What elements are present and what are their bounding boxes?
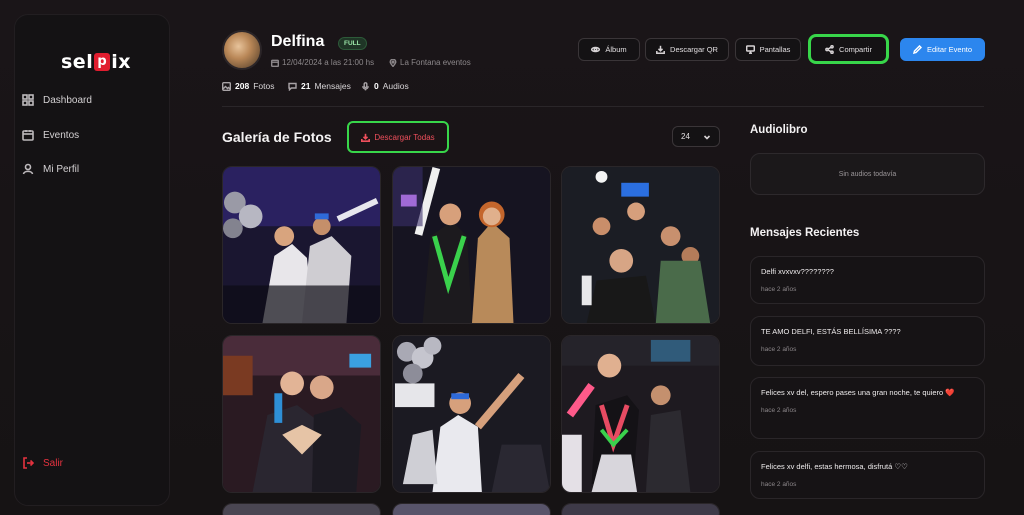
message-time: hace 2 años [761, 406, 797, 414]
gallery-title: Galería de Fotos [222, 129, 332, 145]
logo-text-right: ix [111, 51, 131, 73]
sidebar-item-label: Dashboard [43, 94, 92, 106]
gallery-photo[interactable] [222, 335, 381, 493]
sidebar-item-label: Mi Perfil [43, 163, 80, 175]
logo-text-left: sel [61, 51, 94, 73]
message-card[interactable]: TE AMO DELFI, ESTÁS BELLÍSIMA ???? hace … [750, 316, 985, 366]
sidebar-item-eventos[interactable]: Eventos [22, 129, 79, 141]
calendar-icon [22, 130, 34, 141]
microphone-icon [362, 81, 369, 90]
party-photo-image [562, 504, 719, 515]
gallery-photo[interactable] [392, 503, 551, 515]
gallery-photo[interactable] [392, 166, 551, 324]
sidebar-item-label: Salir [43, 457, 64, 469]
stat-mensajes-label: Mensajes [314, 81, 351, 91]
share-button-label: Compartir [839, 44, 872, 54]
message-card[interactable]: Felices xv delfi, estas hermosa, disfrut… [750, 451, 985, 499]
download-icon [656, 45, 665, 54]
message-card[interactable]: Felices xv del, espero pases una gran no… [750, 377, 985, 439]
screens-button[interactable]: Pantallas [735, 38, 801, 61]
edit-event-button[interactable]: Editar Evento [900, 38, 985, 61]
party-photo-image [223, 167, 380, 323]
edit-event-button-label: Editar Evento [926, 45, 973, 54]
stat-fotos: 208 Fotos [222, 81, 274, 91]
stat-mensajes: 21 Mensajes [288, 81, 351, 91]
party-photo-image [562, 167, 719, 323]
calendar-icon [271, 59, 279, 67]
logout-icon [23, 457, 34, 469]
logo-mark: p [94, 53, 111, 71]
download-icon [361, 133, 371, 142]
stat-audios: 0 Audios [361, 81, 409, 91]
party-photo-image [393, 504, 550, 515]
recent-messages-title: Mensajes Recientes [750, 227, 860, 239]
party-photo-image [393, 336, 550, 492]
download-all-label: Descargar Todas [374, 132, 435, 142]
monitor-icon [745, 45, 755, 54]
event-venue: La Fontana eventos [389, 58, 471, 67]
download-all-button[interactable]: Descargar Todas [347, 121, 449, 153]
message-text: Delfi xvxvxv???????? [761, 267, 834, 276]
message-text: Felices xv del, espero pases una gran no… [761, 388, 955, 397]
user-icon [22, 163, 34, 175]
sidebar-item-salir[interactable]: Salir [22, 457, 63, 469]
stat-fotos-label: Fotos [253, 81, 275, 91]
message-time: hace 2 años [761, 480, 797, 488]
party-photo-image [562, 336, 719, 492]
message-text: Felices xv delfi, estas hermosa, disfrut… [761, 462, 908, 471]
sidebar-item-dashboard[interactable]: Dashboard [22, 94, 92, 106]
plan-badge: FULL [338, 37, 367, 50]
album-button[interactable]: Álbum [578, 38, 640, 61]
stat-mensajes-count: 21 [301, 81, 311, 91]
grid-icon [22, 94, 34, 106]
pencil-icon [912, 45, 922, 54]
per-page-value: 24 [681, 132, 690, 141]
download-qr-button-label: Descargar QR [670, 45, 718, 54]
party-photo-image [223, 504, 380, 515]
gallery-photo[interactable] [561, 335, 720, 493]
selpix-logo[interactable]: sel p ix [61, 51, 131, 73]
event-date: 12/04/2024 a las 21:00 hs [271, 58, 374, 67]
chat-icon [288, 82, 297, 91]
gallery-photo[interactable] [392, 335, 551, 493]
screens-button-label: Pantallas [759, 45, 791, 54]
message-time: hace 2 años [761, 285, 797, 293]
gallery-photo[interactable] [222, 166, 381, 324]
message-text: TE AMO DELFI, ESTÁS BELLÍSIMA ???? [761, 327, 901, 336]
audiobook-empty-state: Sin audios todavía [750, 153, 985, 195]
party-photo-image [223, 336, 380, 492]
download-qr-button[interactable]: Descargar QR [645, 38, 729, 61]
header-divider [222, 106, 984, 107]
sidebar-item-mi-perfil[interactable]: Mi Perfil [22, 163, 79, 175]
stat-audios-count: 0 [374, 81, 379, 91]
party-photo-image [393, 167, 550, 323]
avatar[interactable] [222, 30, 262, 70]
eye-icon [591, 46, 601, 53]
event-venue-text: La Fontana eventos [400, 58, 471, 67]
album-button-label: Álbum [605, 45, 627, 54]
share-icon [825, 44, 834, 54]
image-icon [222, 81, 231, 91]
stat-fotos-count: 208 [235, 81, 250, 91]
stat-audios-label: Audios [382, 81, 409, 91]
message-card[interactable]: Delfi xvxvxv???????? hace 2 años [750, 256, 985, 304]
profile-name: Delfina [271, 33, 325, 50]
sidebar: sel p ix [14, 14, 170, 506]
gallery-photo[interactable] [561, 503, 720, 515]
audiobook-title: Audiolibro [750, 124, 808, 136]
share-button[interactable]: Compartir [810, 36, 887, 62]
gallery-photo[interactable] [222, 503, 381, 515]
message-time: hace 2 años [761, 345, 797, 353]
gallery-photo[interactable] [561, 166, 720, 324]
sidebar-item-label: Eventos [43, 129, 80, 141]
location-pin-icon [389, 58, 397, 67]
chevron-down-icon [703, 134, 711, 140]
per-page-select[interactable]: 24 [672, 126, 720, 147]
event-date-text: 12/04/2024 a las 21:00 hs [282, 58, 375, 67]
